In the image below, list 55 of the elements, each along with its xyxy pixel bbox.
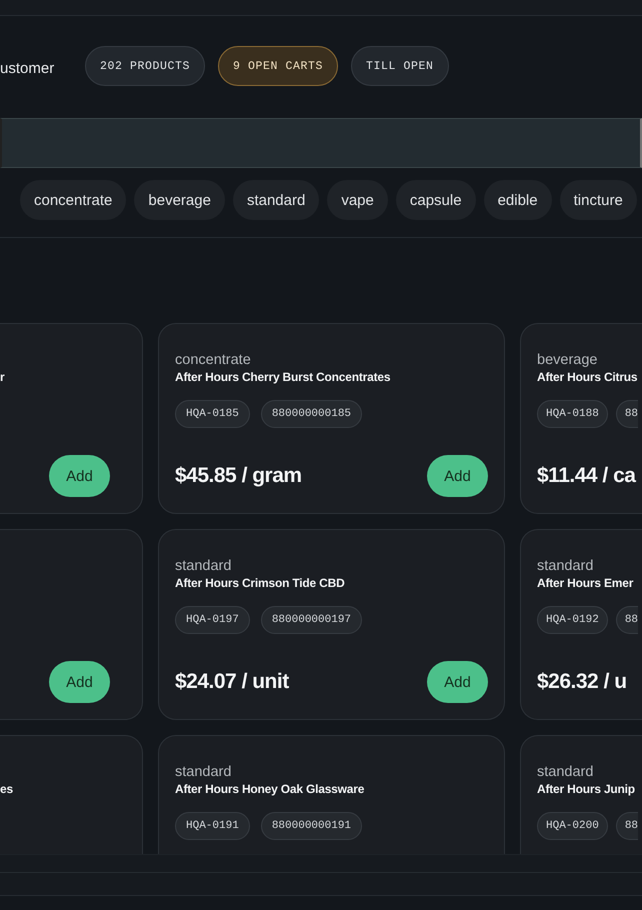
product-name: After Hours Emer [537, 575, 634, 592]
category-chip[interactable]: concentrate [20, 180, 126, 220]
product-category: standard [537, 764, 594, 781]
product-name: r [0, 369, 6, 386]
add-button[interactable]: Add [49, 661, 110, 703]
product-card[interactable]: beverage After Hours Citrus HQA-0188 88 $11.44 / ca [520, 323, 642, 514]
sku-tag: HQA-0197 [175, 606, 250, 634]
product-price: $45.85 / gram [175, 464, 302, 488]
status-pill: TILL OPEN [351, 46, 449, 86]
product-name: After Hours Honey Oak Glassware [175, 781, 366, 798]
product-category: concentrate [175, 352, 252, 369]
sku-tag: HQA-0192 [537, 606, 608, 634]
product-card[interactable]: Add [0, 529, 143, 720]
category-chip[interactable]: edible [484, 180, 552, 220]
category-chip[interactable]: tincture [560, 180, 637, 220]
add-button[interactable]: Add [427, 455, 488, 497]
add-button[interactable]: Add [49, 455, 110, 497]
category-chip[interactable]: vape [327, 180, 388, 220]
product-price: $26.32 / u [537, 670, 627, 694]
barcode-tag: 880000000185 [260, 400, 362, 428]
category-chip[interactable]: standard [232, 180, 320, 220]
barcode-tag: 88 [616, 606, 638, 634]
search-field[interactable] [0, 118, 642, 168]
product-name: After Hours Junip [537, 781, 636, 798]
sku-tag: HQA-0185 [175, 400, 250, 428]
status-pill: 202 PRODUCTS [85, 46, 206, 86]
status-pill: 9 OPEN CARTS [218, 46, 338, 86]
barcode-tag: 880000000191 [260, 812, 362, 840]
product-card[interactable]: r Add [0, 323, 143, 514]
product-price: $11.44 / ca [537, 464, 636, 488]
sku-tag: HQA-0188 [537, 400, 608, 428]
sku-tag: HQA-0200 [537, 812, 608, 840]
product-card[interactable]: standard After Hours Honey Oak Glassware HQA-0191 880000000191 [158, 735, 505, 854]
barcode-tag: 880000000197 [260, 606, 362, 634]
product-card[interactable]: standard After Hours Junip HQA-0200 88 [520, 735, 642, 854]
product-category: standard [175, 764, 232, 781]
product-name: es [0, 781, 14, 798]
category-chip[interactable]: beverage [134, 180, 225, 220]
product-category: standard [175, 558, 232, 575]
product-category: beverage [537, 352, 598, 369]
product-name: After Hours Crimson Tide CBD [175, 575, 346, 592]
product-name: After Hours Cherry Burst Concentrates [175, 369, 392, 386]
product-card[interactable]: standard After Hours Emer HQA-0192 88 $26.32 / u [520, 529, 642, 720]
product-category: standard [537, 558, 594, 575]
product-card[interactable]: standard After Hours Crimson Tide CBD HQA-0197 880000000197 $24.07 / unit Add [158, 529, 505, 720]
product-name: After Hours Citrus [537, 369, 638, 386]
page-title: ustomer [0, 60, 56, 76]
product-price: $24.07 / unit [175, 670, 289, 694]
sku-tag: HQA-0191 [175, 812, 250, 840]
add-button[interactable]: Add [427, 661, 488, 703]
category-chip[interactable]: capsule [396, 180, 476, 220]
product-card[interactable]: es [0, 735, 143, 854]
barcode-tag: 88 [616, 812, 638, 840]
product-card[interactable]: concentrate After Hours Cherry Burst Concentrates HQA-0185 880000000185 $45.85 / gram Add [158, 323, 505, 514]
barcode-tag: 88 [616, 400, 638, 428]
